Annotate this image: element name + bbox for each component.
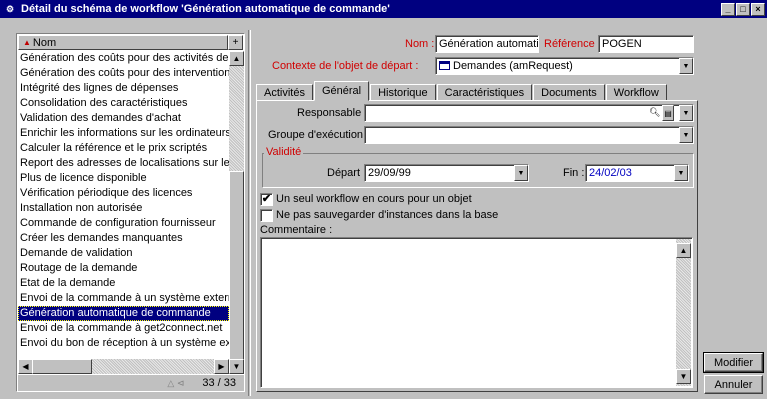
table-icon — [439, 61, 450, 70]
depart-field[interactable]: 29/09/99 — [364, 164, 529, 182]
search-icon[interactable]: 🔍︎ — [649, 107, 660, 118]
depart-dropdown-icon[interactable]: ▼ — [514, 165, 528, 181]
scroll-down-icon[interactable]: ▼ — [229, 359, 244, 374]
tab-5[interactable]: Workflow — [605, 84, 667, 101]
list-item[interactable]: Génération automatique de commande — [18, 306, 229, 321]
comment-scroll-down-icon[interactable]: ▼ — [676, 369, 691, 384]
fin-label: Fin : — [563, 167, 585, 179]
list-item[interactable]: Demande de validation — [18, 246, 229, 261]
reference-label: Référence : — [544, 38, 601, 50]
app-icon[interactable]: ⚙ — [3, 2, 17, 16]
reference-field[interactable]: POGEN — [598, 35, 694, 53]
close-icon[interactable]: × — [751, 2, 765, 16]
list-item[interactable]: Report des adresses de localisations sur… — [18, 156, 229, 171]
list-item[interactable]: Créer les demandes manquantes — [18, 231, 229, 246]
contexte-field[interactable]: Demandes (amRequest) — [435, 57, 694, 75]
list-item[interactable]: Consolidation des caractéristiques — [18, 96, 229, 111]
add-column-button[interactable]: + — [228, 35, 243, 50]
tab-3[interactable]: Caractéristiques — [436, 84, 533, 101]
no-save-instances-label: Ne pas sauvegarder d'instances dans la b… — [276, 209, 499, 221]
title-bar: ⚙ Détail du schéma de workflow 'Générati… — [0, 0, 767, 18]
maximize-icon[interactable]: □ — [736, 2, 750, 16]
tab-1[interactable]: Général — [313, 81, 370, 101]
nom-label: Nom : — [405, 38, 435, 50]
single-workflow-label: Un seul workflow en cours pour un objet — [276, 193, 472, 205]
scroll-up-icon[interactable]: ▲ — [229, 51, 244, 66]
list-navigation-icon[interactable]: △ ⊲ — [167, 378, 184, 389]
list-item[interactable]: Envoi de la commande à get2connect.net — [18, 321, 229, 336]
record-counter: 33 / 33 — [202, 377, 236, 389]
groupe-label: Groupe d'exécution : — [268, 129, 370, 141]
tab-bar: Activités Général Historique Caractéristiqu… — [256, 81, 668, 101]
responsable-field[interactable] — [364, 104, 694, 122]
list-item[interactable]: Enrichir les informations sur les ordina… — [18, 126, 229, 141]
list-item[interactable]: Validation des demandes d'achat — [18, 111, 229, 126]
fin-dropdown-icon[interactable]: ▼ — [674, 165, 688, 181]
groupe-field[interactable] — [364, 126, 694, 144]
list-vertical-scrollbar[interactable]: ▲ ▼ — [229, 51, 244, 374]
validite-title: Validité — [264, 146, 304, 158]
responsable-dropdown-icon[interactable]: ▼ — [679, 105, 693, 121]
list-footer: ◀ ▶ △ ⊲ 33 / 33 — [18, 359, 244, 391]
list-item[interactable]: Intégrité des lignes de dépenses — [18, 81, 229, 96]
list-item[interactable]: Génération des coûts pour des interventi… — [18, 66, 229, 81]
list-column-header-label: Nom — [32, 36, 57, 49]
list-item[interactable]: Commande de configuration fournisseur — [18, 216, 229, 231]
modifier-button[interactable]: Modifier — [703, 352, 764, 373]
scroll-right-icon[interactable]: ▶ — [214, 359, 229, 374]
contexte-label: Contexte de l'objet de départ : — [272, 60, 419, 72]
list-item[interactable]: Calculer la référence et le prix scripté… — [18, 141, 229, 156]
list-item[interactable]: Etat de la demande — [18, 276, 229, 291]
comment-scrollbar[interactable]: ▲ ▼ — [676, 239, 691, 386]
detail-icon[interactable]: ▤ — [662, 105, 674, 121]
list-item[interactable]: Plus de licence disponible — [18, 171, 229, 186]
no-save-instances-checkbox[interactable] — [260, 209, 273, 222]
depart-label: Départ : — [327, 167, 367, 179]
list-item[interactable]: Vérification périodique des licences — [18, 186, 229, 201]
contexte-dropdown-icon[interactable]: ▼ — [679, 58, 693, 74]
minimize-icon[interactable]: _ — [721, 2, 735, 16]
nom-field[interactable]: Génération automati — [435, 35, 539, 53]
commentaire-textarea[interactable]: ▲ ▼ — [260, 237, 693, 388]
tab-0[interactable]: Activités — [256, 84, 313, 101]
hscroll-thumb[interactable] — [32, 359, 92, 374]
tab-2[interactable]: Historique — [370, 84, 436, 101]
comment-scroll-up-icon[interactable]: ▲ — [676, 243, 691, 258]
panel-splitter[interactable] — [248, 30, 251, 396]
single-workflow-checkbox[interactable]: ✔ — [260, 193, 273, 206]
schema-list-panel: ▲ Nom + Génération des coûts pour des ac… — [16, 33, 245, 392]
annuler-button[interactable]: Annuler — [704, 375, 763, 394]
list-item[interactable]: Envoi de la commande à un système extern… — [18, 291, 229, 306]
responsable-label: Responsable : — [297, 107, 368, 119]
tab-4[interactable]: Documents — [533, 84, 605, 101]
commentaire-label: Commentaire : — [260, 224, 333, 236]
contexte-value: Demandes (amRequest) — [453, 60, 573, 72]
list-item[interactable]: Envoi du bon de réception à un système e… — [18, 336, 229, 351]
groupe-dropdown-icon[interactable]: ▼ — [679, 127, 693, 143]
window-title: Détail du schéma de workflow 'Génération… — [21, 3, 390, 15]
schema-list[interactable]: Génération des coûts pour des activités … — [18, 51, 229, 374]
list-item[interactable]: Routage de la demande — [18, 261, 229, 276]
list-column-header[interactable]: ▲ Nom — [18, 35, 228, 50]
sort-ascending-icon: ▲ — [23, 38, 31, 47]
scroll-thumb[interactable] — [229, 171, 244, 361]
list-item[interactable]: Génération des coûts pour des activités … — [18, 51, 229, 66]
list-horizontal-scrollbar[interactable]: ◀ ▶ — [18, 359, 229, 374]
list-item[interactable]: Installation non autorisée — [18, 201, 229, 216]
scroll-left-icon[interactable]: ◀ — [18, 359, 33, 374]
